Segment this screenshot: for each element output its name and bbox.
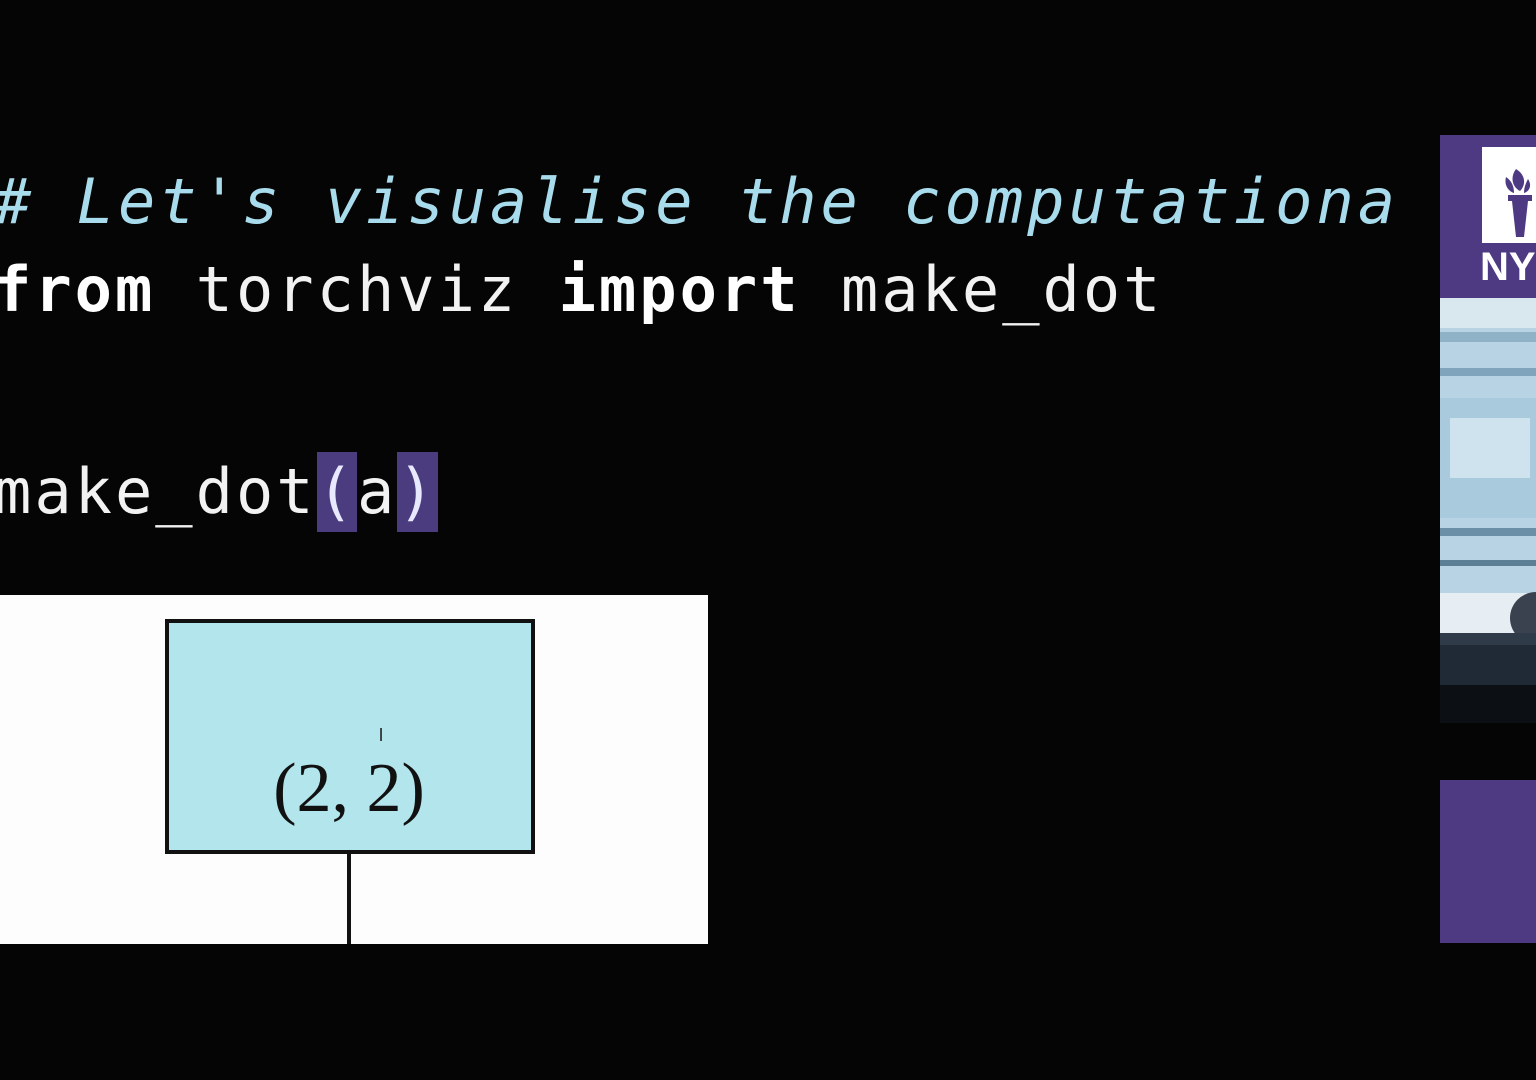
- video-frame: [1440, 298, 1536, 723]
- nyu-logo-header: NY: [1440, 135, 1536, 298]
- nyu-logo-text: NY: [1480, 245, 1536, 289]
- graph-output-panel: (2, 2) I: [0, 595, 708, 944]
- text-cursor-icon: I: [378, 725, 383, 746]
- slide-stage: # Let's visualise the computationa from …: [0, 0, 1536, 1080]
- function-argument: a: [356, 455, 398, 528]
- close-paren-highlight: ): [397, 452, 438, 532]
- module-name: torchviz: [155, 253, 559, 326]
- nyu-torch-logo: [1482, 147, 1536, 243]
- torch-icon: [1505, 169, 1532, 237]
- computation-graph: (2, 2) I: [165, 619, 535, 944]
- keyword-from: from: [0, 253, 156, 326]
- tensor-node-label: (2, 2): [273, 750, 425, 827]
- speaker-video-feed: [1440, 298, 1536, 723]
- function-name: make_dot: [0, 455, 317, 528]
- sidebar-purple-panel: [1440, 780, 1536, 943]
- imported-name: make_dot: [800, 253, 1164, 326]
- code-comment-line: # Let's visualise the computationa: [0, 165, 1400, 238]
- code-call-line: make_dot(a): [0, 452, 438, 532]
- code-import-line: from torchviz import make_dot: [0, 250, 1164, 330]
- keyword-import: import: [558, 253, 801, 326]
- open-paren-highlight: (: [316, 452, 357, 532]
